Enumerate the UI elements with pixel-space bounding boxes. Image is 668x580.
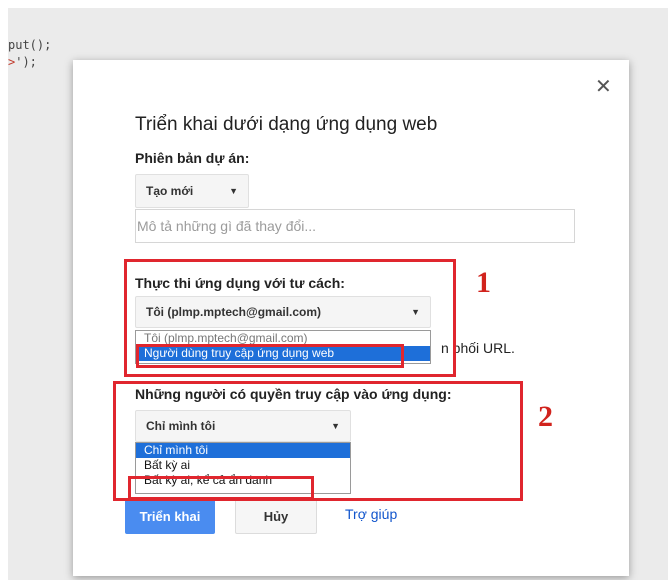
code-line: put(); xyxy=(8,38,52,52)
project-version-value: Tạo mới xyxy=(146,184,194,198)
annotation-label-1: 1 xyxy=(476,266,491,299)
version-description-input[interactable]: Mô tả những gì đã thay đổi... xyxy=(135,209,575,243)
project-version-label: Phiên bản dự án: xyxy=(135,150,250,166)
chevron-down-icon: ▼ xyxy=(229,186,238,196)
annotation-box-anonymous xyxy=(128,476,314,500)
help-link[interactable]: Trợ giúp xyxy=(345,506,397,522)
dialog-title: Triển khai dưới dạng ứng dụng web xyxy=(135,114,438,135)
annotation-label-2: 2 xyxy=(538,400,553,433)
close-icon[interactable]: ✕ xyxy=(595,76,612,96)
annotation-box-option xyxy=(136,344,404,368)
cancel-button[interactable]: Hủy xyxy=(235,498,317,534)
project-version-select[interactable]: Tạo mới ▼ xyxy=(135,174,249,208)
code-line: >'); xyxy=(8,55,37,69)
deploy-button[interactable]: Triển khai xyxy=(125,498,215,534)
